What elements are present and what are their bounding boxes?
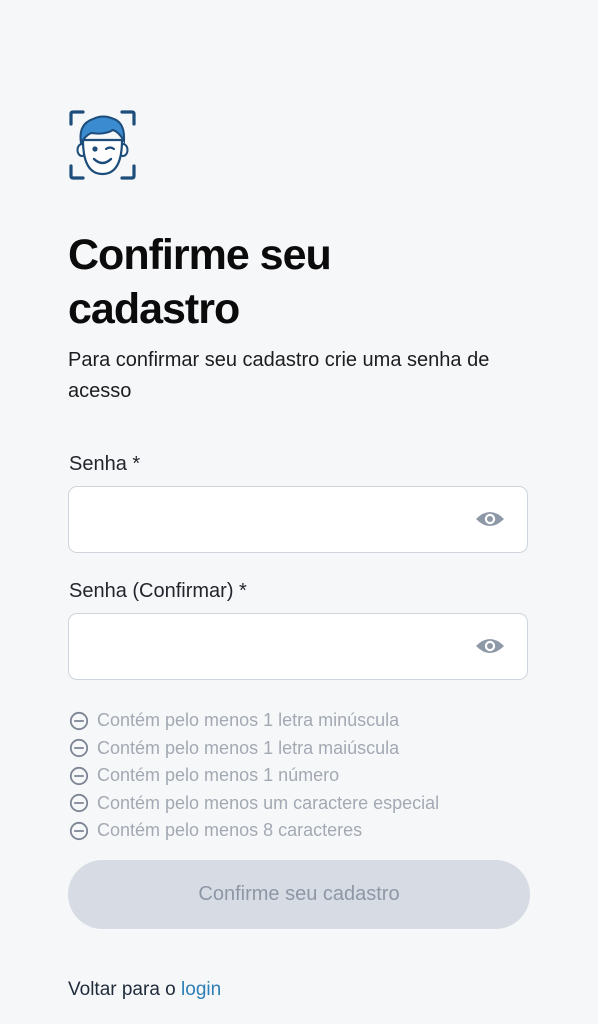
- requirement-item: Contém pelo menos 1 número: [69, 762, 439, 790]
- page-title: Confirme seu cadastro: [68, 231, 332, 333]
- password-confirm-input[interactable]: [69, 614, 459, 678]
- back-prefix-text: Voltar para o: [68, 979, 176, 1000]
- requirement-item: Contém pelo menos 1 letra minúscula: [69, 707, 439, 735]
- requirement-text: Contém pelo menos 1 letra maiúscula: [97, 737, 400, 758]
- password-confirm-label: Senha (Confirmar) *: [69, 580, 247, 602]
- minus-circle-icon: [69, 821, 89, 840]
- requirement-text: Contém pelo menos 8 caracteres: [97, 820, 363, 841]
- eye-icon[interactable]: [475, 508, 505, 530]
- password-confirm-field[interactable]: [68, 613, 528, 680]
- requirement-item: Contém pelo menos 1 letra maiúscula: [69, 735, 439, 763]
- requirement-text: Contém pelo menos um caractere especial: [97, 792, 440, 813]
- minus-circle-icon: [69, 739, 89, 758]
- requirement-text: Contém pelo menos 1 letra minúscula: [97, 710, 400, 731]
- password-input[interactable]: [69, 487, 459, 551]
- minus-circle-icon: [69, 711, 89, 730]
- face-scan-icon: [69, 110, 136, 180]
- login-link[interactable]: login: [181, 979, 221, 1000]
- password-requirements: Contém pelo menos 1 letra minúscula Cont…: [69, 707, 439, 845]
- page-subtitle: Para confirmar seu cadastro crie uma sen…: [68, 349, 490, 402]
- minus-circle-icon: [69, 794, 89, 813]
- password-field[interactable]: [68, 486, 528, 553]
- confirm-registration-button[interactable]: Confirme seu cadastro: [68, 860, 530, 929]
- logo: [69, 110, 136, 180]
- back-to-login: Voltar para o login: [68, 978, 221, 1002]
- requirement-text: Contém pelo menos 1 número: [97, 765, 340, 786]
- minus-circle-icon: [69, 766, 89, 785]
- eye-icon[interactable]: [475, 635, 505, 657]
- requirement-item: Contém pelo menos um caractere especial: [69, 790, 439, 818]
- password-label: Senha *: [69, 453, 141, 475]
- requirement-item: Contém pelo menos 8 caracteres: [69, 817, 439, 845]
